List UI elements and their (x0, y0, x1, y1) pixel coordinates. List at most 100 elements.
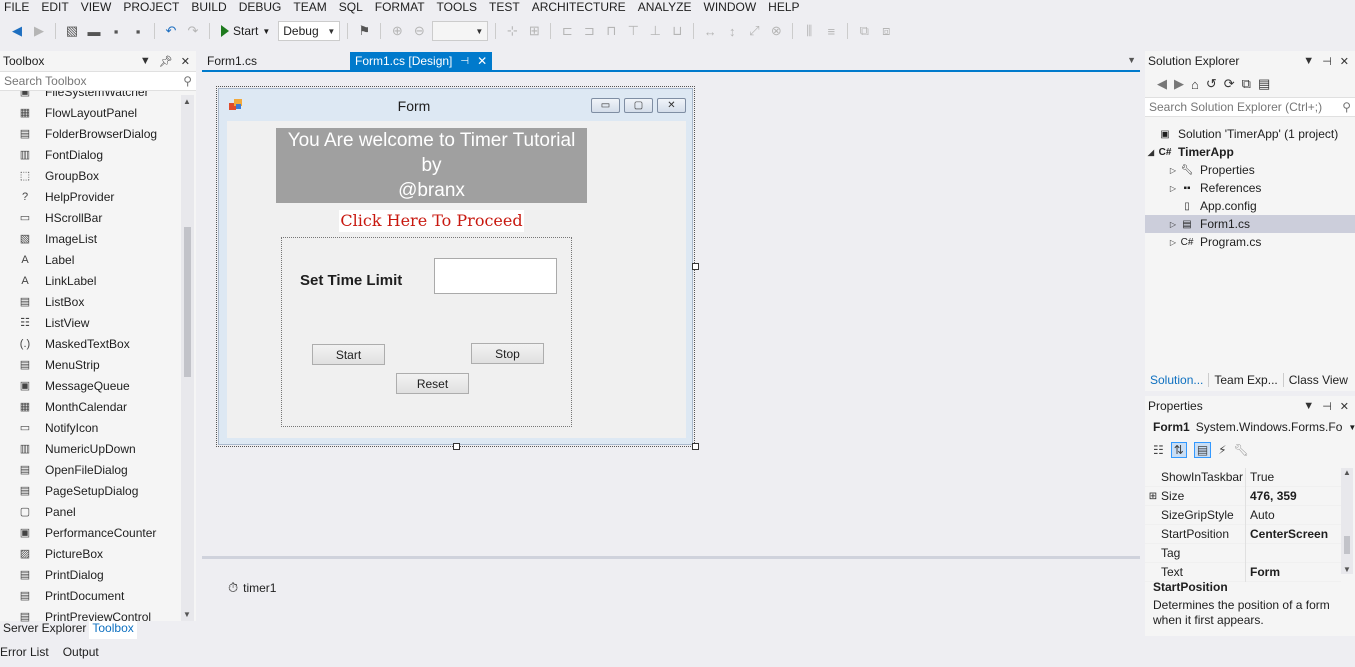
properties-view-icon[interactable]: ▤ (1193, 442, 1212, 458)
align-middles-icon[interactable]: ⊥ (646, 22, 664, 40)
toolbox-item[interactable]: ▤ PageSetupDialog (0, 480, 180, 501)
pin-icon[interactable]: 📌︎ (159, 55, 173, 68)
solution-search[interactable]: Search Solution Explorer (Ctrl+;) ⚲ (1145, 97, 1355, 117)
property-value[interactable]: True (1245, 467, 1274, 487)
property-value[interactable]: CenterScreen (1245, 524, 1328, 544)
tab-error-list[interactable]: Error List (0, 645, 49, 663)
menu-window[interactable]: WINDOW (700, 0, 765, 14)
tab-class-view[interactable]: Class View (1284, 373, 1353, 387)
tree-solution[interactable]: ▣ Solution 'TimerApp' (1 project) (1145, 125, 1355, 143)
property-pages-icon[interactable]: 🔧︎ (1234, 443, 1249, 457)
properties-object-select[interactable]: Form1 System.Windows.Forms.Fo ▼ (1145, 416, 1355, 438)
scroll-up-icon[interactable]: ▲ (1343, 468, 1351, 477)
pin-icon[interactable]: ⊣ (1322, 400, 1332, 413)
menu-format[interactable]: FORMAT (371, 0, 433, 14)
make-same-width-icon[interactable]: ↔ (701, 22, 719, 40)
menu-architecture[interactable]: ARCHITECTURE (528, 0, 634, 14)
minimize-icon[interactable]: ▭ (591, 98, 620, 113)
toolbox-item[interactable]: ▥ NumericUpDown (0, 438, 180, 459)
expand-icon[interactable]: ▷ (1167, 220, 1179, 229)
toolbox-item[interactable]: ▨ PictureBox (0, 543, 180, 564)
tab-solution-explorer[interactable]: Solution... (1145, 373, 1210, 387)
maximize-icon[interactable]: ▢ (624, 98, 653, 113)
menu-view[interactable]: VIEW (77, 0, 120, 14)
toolbox-item[interactable]: ▭ NotifyIcon (0, 417, 180, 438)
size-grid-icon[interactable]: ⊞ (525, 22, 543, 40)
timer-groupbox[interactable]: Set Time Limit Start Stop Reset (281, 237, 572, 427)
toolbox-item[interactable]: ▣ MessageQueue (0, 375, 180, 396)
toolbox-search[interactable]: Search Toolbox ⚲ (0, 71, 196, 91)
close-icon[interactable]: ✕ (181, 55, 190, 68)
time-limit-input[interactable] (434, 258, 557, 294)
categorized-icon[interactable]: ☷ (1153, 443, 1164, 457)
save-icon[interactable]: ▪ (107, 22, 125, 40)
zoom-out-icon[interactable]: ⊖ (410, 22, 428, 40)
tab-team-explorer[interactable]: Team Exp... (1209, 373, 1284, 387)
refresh-icon[interactable]: ⟳ (1224, 76, 1235, 92)
start-debug-button[interactable]: Start ▼ (217, 24, 274, 38)
toolbox-item[interactable]: ▣ PerformanceCounter (0, 522, 180, 543)
start-button[interactable]: Start (312, 344, 385, 365)
tab-output[interactable]: Output (63, 645, 99, 663)
make-same-size-icon[interactable]: ⤢ (745, 22, 763, 40)
align-bottoms-icon[interactable]: ⊔ (668, 22, 686, 40)
tree-project[interactable]: ◢ C# TimerApp (1145, 143, 1355, 161)
menu-debug[interactable]: DEBUG (235, 0, 290, 14)
welcome-label[interactable]: You Are welcome to Timer Tutorial by @br… (276, 128, 587, 203)
zoom-select[interactable]: ▼ (432, 21, 489, 41)
toolbox-item[interactable]: ▣ FileSystemWatcher (0, 91, 180, 102)
toolbox-item[interactable]: ▭ HScrollBar (0, 207, 180, 228)
tab-form1-design[interactable]: Form1.cs [Design] ⊣ ✕ (350, 52, 493, 70)
close-tab-icon[interactable]: ✕ (477, 54, 487, 68)
tree-item-properties[interactable]: ▷ 🔧︎ Properties (1145, 161, 1355, 179)
menu-help[interactable]: HELP (764, 0, 807, 14)
toolbox-item[interactable]: ▤ FolderBrowserDialog (0, 123, 180, 144)
property-value[interactable]: Auto (1245, 505, 1275, 525)
scroll-thumb[interactable] (184, 227, 191, 377)
forward-icon[interactable]: ▶ (30, 22, 48, 40)
pin-icon[interactable]: ⊣ (460, 56, 469, 67)
history-icon[interactable]: ↺ (1206, 76, 1217, 92)
toolbox-item[interactable]: ▤ ListBox (0, 291, 180, 312)
toolbox-item[interactable]: A Label (0, 249, 180, 270)
timer-component[interactable]: ⏱︎ timer1 (228, 580, 276, 596)
align-lefts-icon[interactable]: ⊏ (558, 22, 576, 40)
align-rights-icon[interactable]: ⊓ (602, 22, 620, 40)
property-value[interactable] (1245, 543, 1250, 563)
scroll-thumb[interactable] (1344, 536, 1350, 554)
align-tops-icon[interactable]: ⊤ (624, 22, 642, 40)
property-row[interactable]: Tag (1145, 543, 1341, 563)
menu-sql[interactable]: SQL (335, 0, 371, 14)
tree-item-references[interactable]: ▷ ▪▪ References (1145, 179, 1355, 197)
resize-handle-right[interactable] (692, 263, 699, 270)
expand-icon[interactable]: ▷ (1167, 166, 1179, 175)
toolbox-item[interactable]: ▤ PrintDocument (0, 585, 180, 606)
dropdown-icon[interactable]: ▼ (140, 55, 151, 68)
back-icon[interactable]: ◀ (1157, 76, 1167, 92)
expand-icon[interactable]: ▷ (1167, 238, 1179, 247)
property-scrollbar[interactable]: ▲ ▼ (1341, 468, 1353, 574)
new-project-icon[interactable]: ▧ (63, 22, 81, 40)
menu-project[interactable]: PROJECT (119, 0, 187, 14)
form-window[interactable]: Form ▭ ▢ ✕ You Are welcome to Timer Tuto… (218, 88, 693, 445)
close-icon[interactable]: ✕ (657, 98, 686, 113)
collapse-all-icon[interactable]: ⧉ (1242, 76, 1251, 92)
alphabetical-icon[interactable]: ⇅ (1170, 442, 1187, 458)
tree-item-appconfig[interactable]: ▯ App.config (1145, 197, 1355, 215)
toolbox-item[interactable]: ▤ MenuStrip (0, 354, 180, 375)
scroll-down-icon[interactable]: ▼ (1343, 565, 1351, 574)
scroll-up-icon[interactable]: ▲ (183, 97, 191, 106)
open-file-icon[interactable]: ▬ (85, 22, 103, 40)
menu-build[interactable]: BUILD (187, 0, 234, 14)
save-all-icon[interactable]: ▪ (129, 22, 147, 40)
horizontal-spacing-icon[interactable]: ⫼ (800, 22, 818, 40)
stop-button[interactable]: Stop (471, 343, 544, 364)
resize-handle-bottom[interactable] (453, 443, 460, 450)
toolbox-item[interactable]: ▤ OpenFileDialog (0, 459, 180, 480)
toolbox-item[interactable]: ▥ FontDialog (0, 144, 180, 165)
tab-toolbox[interactable]: Toolbox (89, 621, 137, 639)
menu-test[interactable]: TEST (485, 0, 528, 14)
size-to-grid-icon[interactable]: ⊗ (767, 22, 785, 40)
tab-overflow-icon[interactable]: ▼ (1127, 55, 1136, 65)
tree-item-form1[interactable]: ▷ ▤ Form1.cs (1145, 215, 1355, 233)
